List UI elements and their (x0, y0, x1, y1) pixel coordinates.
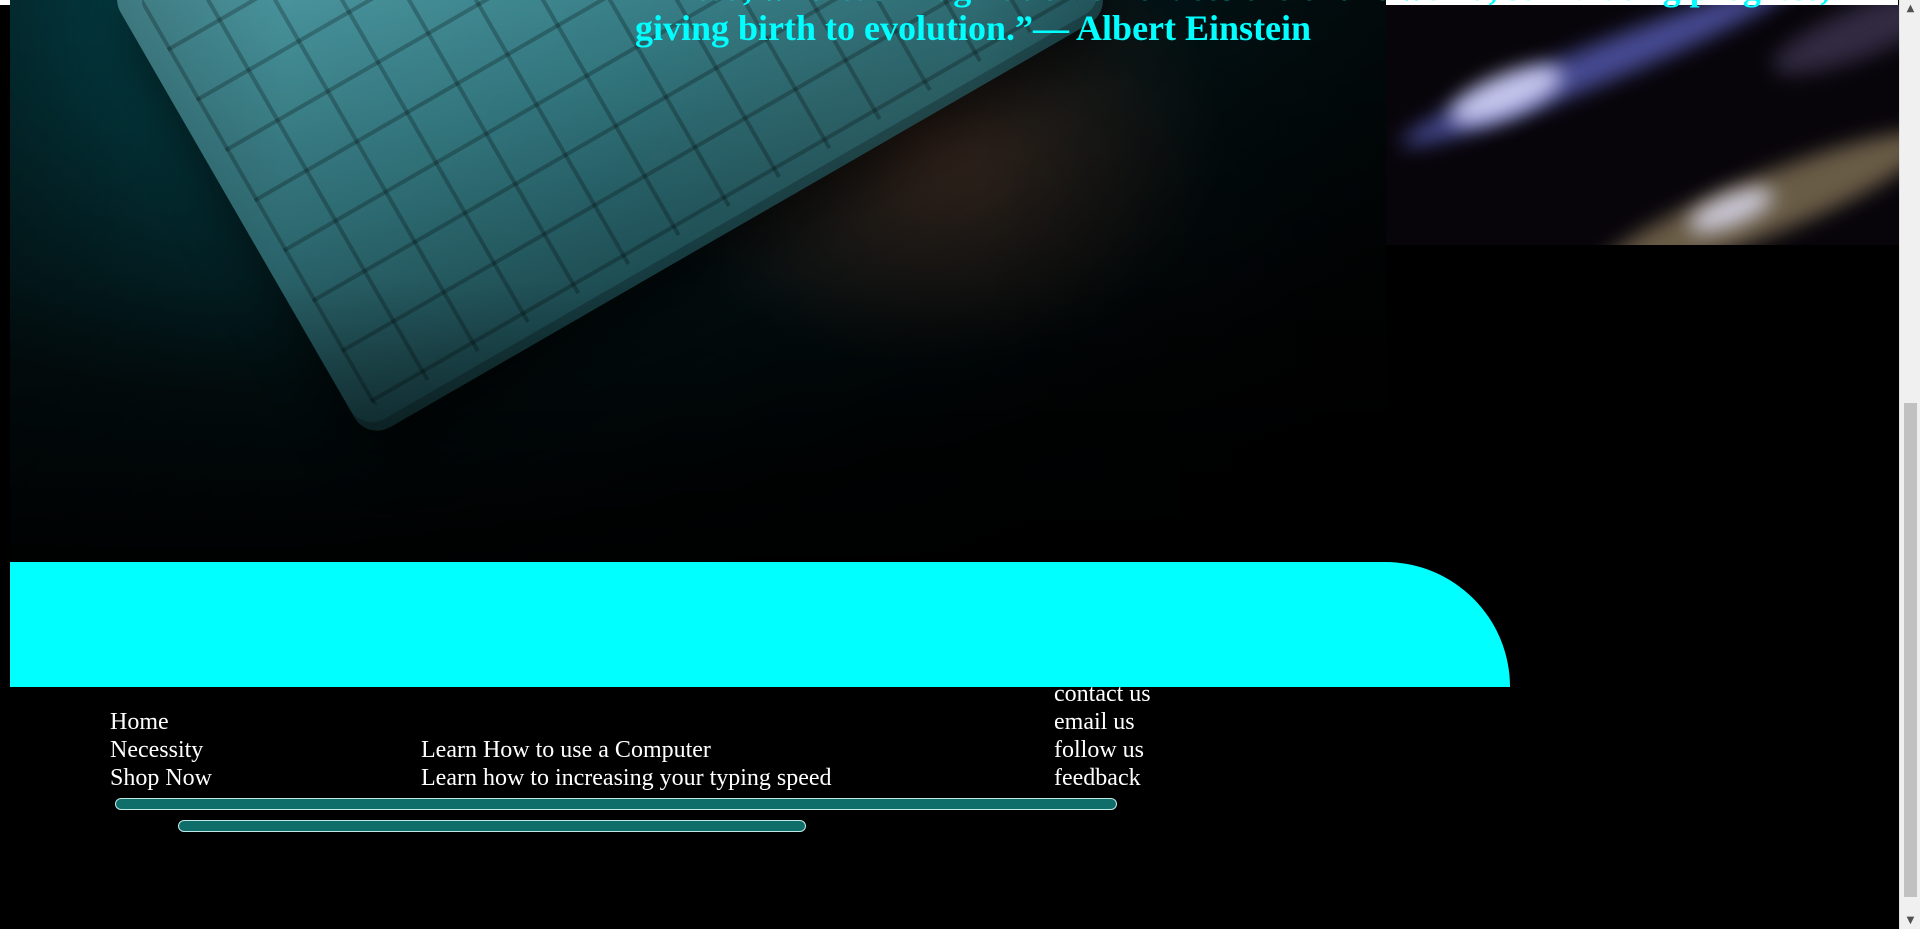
footer-link-learn-computer[interactable]: Learn How to use a Computer (421, 736, 832, 764)
einstein-quote: limited, whereas imagination embraces th… (635, 0, 1829, 48)
footer-divider-bar-short (178, 820, 806, 832)
footer-link-home[interactable]: Home (110, 708, 212, 736)
footer-link-shop-now[interactable]: Shop Now (110, 764, 212, 792)
footer-learn-links: Learn How to use a Computer Learn how to… (421, 736, 832, 792)
footer-divider-bar (115, 798, 1117, 810)
vertical-scrollbar[interactable]: ▲ ▼ (1899, 0, 1920, 929)
page: limited, whereas imagination embraces th… (0, 0, 1920, 929)
footer-link-feedback[interactable]: feedback (1054, 764, 1151, 792)
footer-link-follow-us[interactable]: follow us (1054, 736, 1151, 764)
keyboard-hero-image (10, 0, 1386, 562)
triangle-down-icon[interactable]: ▼ (1900, 912, 1920, 929)
light-streak (1587, 109, 1899, 245)
footer-nav: Home Necessity Shop Now (110, 708, 212, 792)
hero-vignette (10, 0, 1386, 562)
triangle-up-icon[interactable]: ▲ (1900, 0, 1920, 17)
footer-link-email-us[interactable]: email us (1054, 708, 1151, 736)
footer-link-contact-us[interactable]: contact us (1054, 680, 1151, 708)
footer-contact-links: contact us email us follow us feedback (1054, 680, 1151, 792)
footer-link-typing-speed[interactable]: Learn how to increasing your typing spee… (421, 764, 832, 792)
cyan-banner-shape (10, 562, 1510, 687)
footer-link-necessity[interactable]: Necessity (110, 736, 212, 764)
scrollbar-thumb[interactable] (1904, 403, 1917, 897)
